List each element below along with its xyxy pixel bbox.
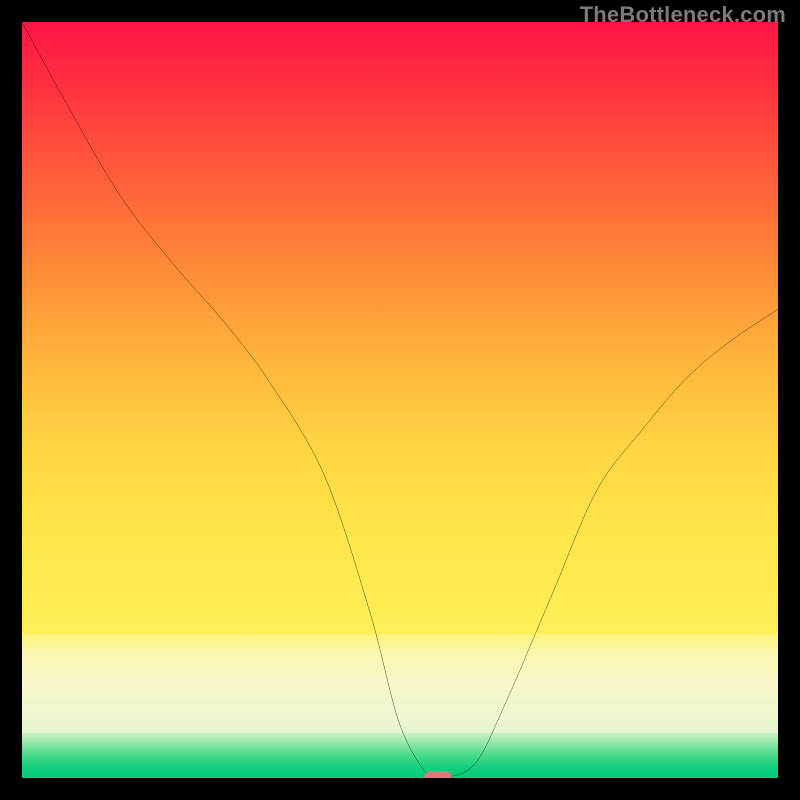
chart-frame: TheBottleneck.com — [0, 0, 800, 800]
watermark-text: TheBottleneck.com — [580, 2, 786, 28]
minimum-marker — [424, 771, 452, 778]
bottleneck-curve — [22, 22, 778, 778]
plot-area — [22, 22, 778, 778]
